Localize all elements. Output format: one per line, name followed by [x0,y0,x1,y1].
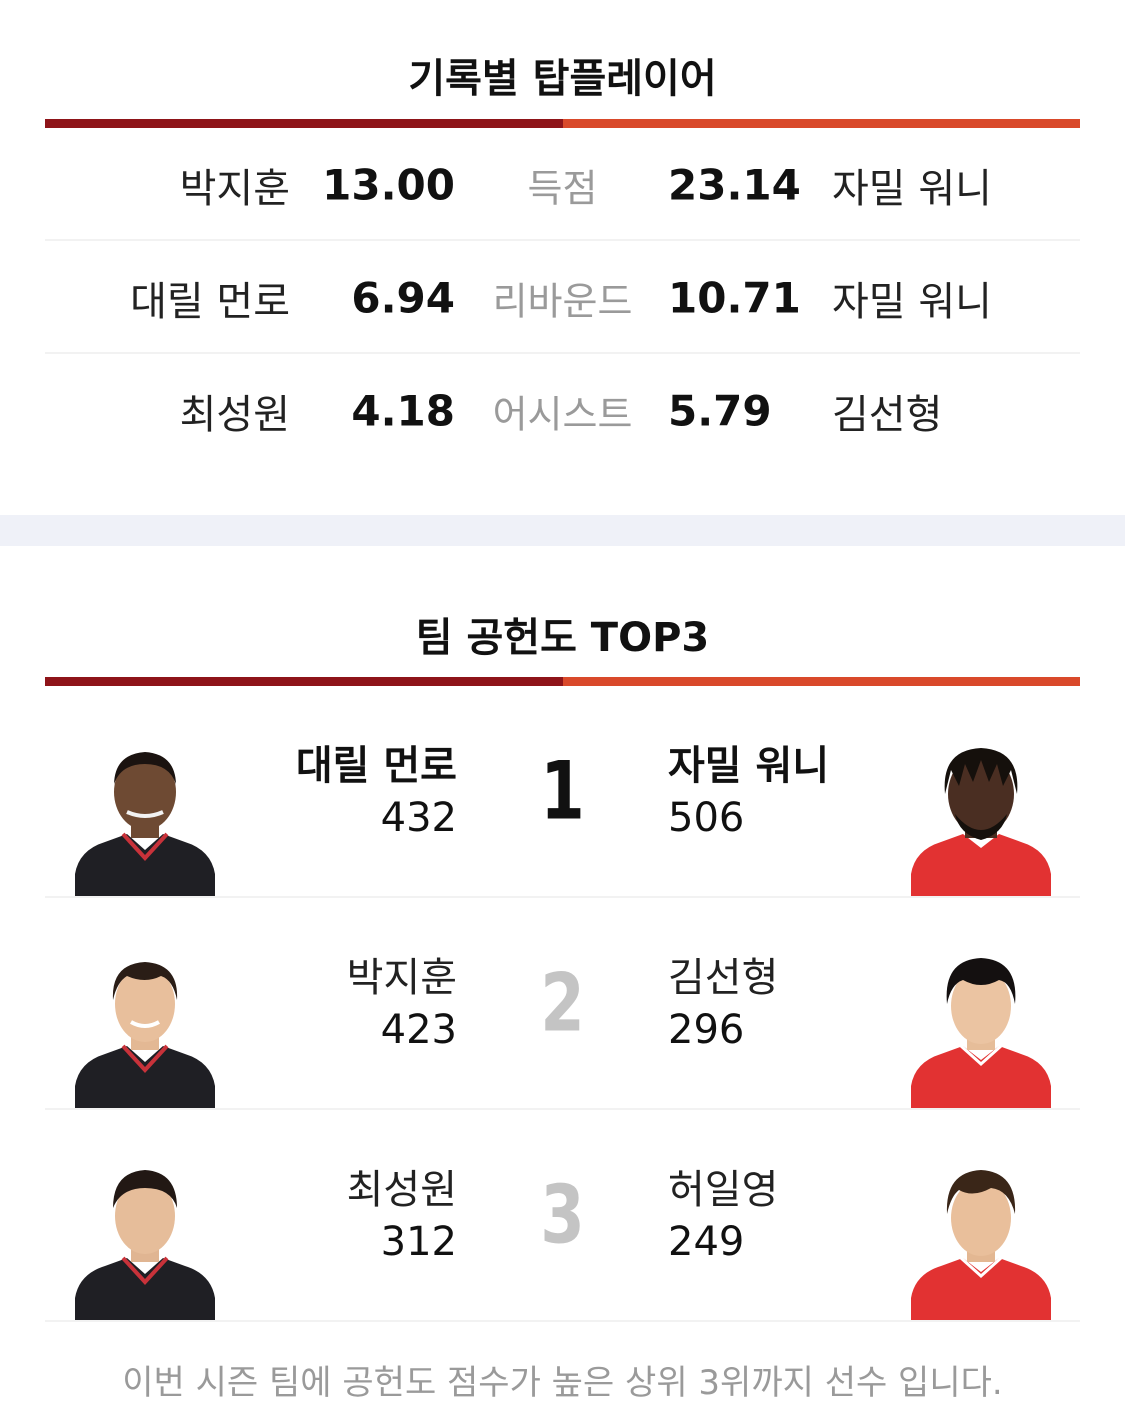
contribution-row-2: 박지훈 423 2 김선형 296 [45,898,1080,1110]
right-player-name[interactable]: 자밀 워니 [832,156,992,214]
stat-row-rebounds: 대릴 먼로 6.94 리바운드 10.71 자밀 워니 [45,241,1080,354]
right-player-score: 506 [668,795,745,841]
team-color-bar [45,677,1080,686]
right-player-score: 296 [668,1007,745,1053]
right-team-bar [563,677,1080,686]
right-player-value: 10.71 [668,273,801,322]
right-player-score: 249 [668,1219,745,1265]
contribution-row-1: 대릴 먼로 432 1 자밀 워니 506 [45,686,1080,898]
right-player-value: 23.14 [668,160,801,209]
right-player-value: 5.79 [668,386,772,435]
section-separator [0,515,1125,546]
player-photo[interactable] [911,734,1051,896]
right-player-info[interactable]: 허일영 249 [668,1164,778,1268]
stat-row-assists: 최성원 4.18 어시스트 5.79 김선형 [45,354,1080,467]
left-team-bar [45,119,563,128]
right-player-info[interactable]: 자밀 워니 506 [668,740,829,844]
record-section-title: 기록별 탑플레이어 [408,56,717,102]
row-divider [45,1320,1080,1322]
right-player-name[interactable]: 자밀 워니 [832,269,992,327]
footnote: 이번 시즌 팀에 공헌도 점수가 높은 상위 3위까지 선수 입니다. [122,1363,1003,1403]
right-player-name: 김선형 [668,955,779,1001]
right-team-bar [563,119,1080,128]
contribution-row-3: 최성원 312 3 허일영 249 [45,1110,1080,1322]
right-player-name[interactable]: 김선형 [832,382,942,440]
right-player-info[interactable]: 김선형 296 [668,952,778,1056]
right-player-name: 자밀 워니 [668,743,830,789]
right-player-name: 허일영 [668,1167,779,1213]
left-team-bar [45,677,563,686]
player-photo[interactable] [911,946,1051,1108]
contribution-section-title: 팀 공헌도 TOP3 [415,615,710,661]
stat-row-points: 박지훈 13.00 득점 23.14 자밀 워니 [45,128,1080,241]
player-photo[interactable] [911,1158,1051,1320]
team-color-bar [45,119,1080,128]
